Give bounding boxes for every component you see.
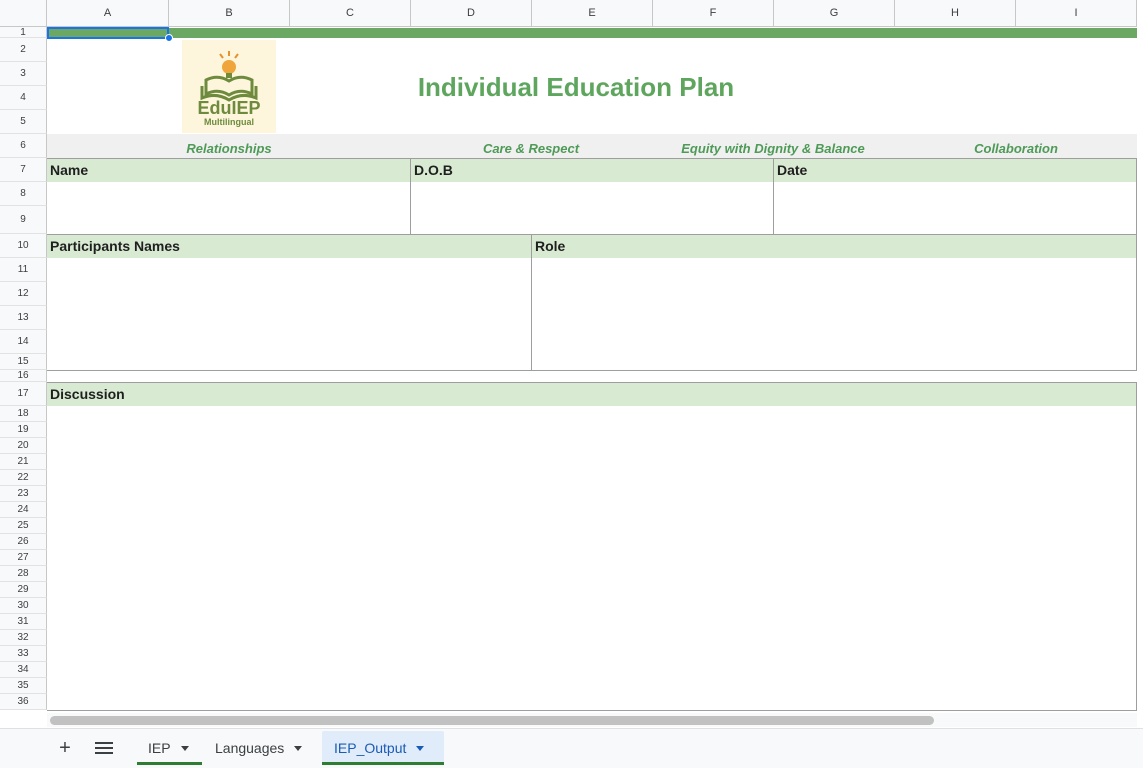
row-header[interactable]: 36: [0, 694, 47, 710]
value-relationships: Relationships: [186, 140, 272, 156]
column-header[interactable]: H: [895, 0, 1016, 27]
row-header[interactable]: 13: [0, 306, 47, 330]
chevron-down-icon[interactable]: [294, 745, 303, 751]
table-border: [47, 158, 1137, 159]
table-border: [410, 158, 411, 234]
row-header[interactable]: 7: [0, 158, 47, 182]
select-all-corner[interactable]: [0, 0, 47, 27]
row-header[interactable]: 15: [0, 354, 47, 370]
discussion-field[interactable]: [47, 406, 1137, 710]
table-border: [47, 370, 1137, 371]
horizontal-scrollbar-thumb[interactable]: [50, 716, 934, 725]
column-header[interactable]: E: [532, 0, 653, 27]
name-header[interactable]: Name: [47, 158, 411, 182]
row-header[interactable]: 35: [0, 678, 47, 694]
column-header[interactable]: I: [1016, 0, 1137, 27]
row-header[interactable]: 8: [0, 182, 47, 206]
participants-header[interactable]: Participants Names: [47, 234, 532, 258]
role-field[interactable]: [532, 258, 1137, 370]
row-header[interactable]: 3: [0, 62, 47, 86]
tab-underline: [322, 762, 444, 765]
selection-fill-handle[interactable]: [165, 34, 173, 42]
row-header[interactable]: 28: [0, 566, 47, 582]
tab-underline: [137, 762, 202, 765]
row-header[interactable]: 2: [0, 38, 47, 62]
header-band: [47, 28, 1137, 38]
row-header[interactable]: 27: [0, 550, 47, 566]
table-border: [773, 158, 774, 234]
chevron-down-icon[interactable]: [416, 745, 425, 751]
row-header[interactable]: 9: [0, 206, 47, 234]
row-header[interactable]: 1: [0, 27, 47, 38]
table-border: [1136, 158, 1137, 371]
date-header[interactable]: Date: [774, 158, 1137, 182]
column-header[interactable]: C: [290, 0, 411, 27]
participants-field[interactable]: [47, 258, 532, 370]
value-collaboration: Collaboration: [974, 140, 1058, 156]
row-header[interactable]: 32: [0, 630, 47, 646]
tab-languages[interactable]: Languages: [202, 731, 320, 765]
row-header[interactable]: 22: [0, 470, 47, 486]
date-field[interactable]: [774, 182, 1137, 234]
add-sheet-button[interactable]: +: [54, 735, 76, 761]
row-header[interactable]: 25: [0, 518, 47, 534]
row-header[interactable]: 23: [0, 486, 47, 502]
row-header[interactable]: 30: [0, 598, 47, 614]
table-border: [1136, 382, 1137, 711]
logo-name: EduIEP: [197, 98, 261, 118]
row-header[interactable]: 12: [0, 282, 47, 306]
row-header[interactable]: 33: [0, 646, 47, 662]
all-sheets-menu-icon[interactable]: [95, 742, 113, 754]
row-header[interactable]: 29: [0, 582, 47, 598]
tab-label: IEP_Output: [334, 740, 407, 756]
table-border: [47, 382, 1137, 383]
row-header[interactable]: 18: [0, 406, 47, 422]
dob-field[interactable]: [411, 182, 774, 234]
value-care-respect: Care & Respect: [482, 140, 580, 156]
table-border: [47, 710, 1137, 711]
column-header[interactable]: D: [411, 0, 532, 27]
dob-header[interactable]: D.O.B: [411, 158, 774, 182]
eduiep-logo: EduIEP Multilingual: [182, 40, 276, 133]
tab-label: Languages: [215, 740, 285, 756]
row-header[interactable]: 14: [0, 330, 47, 354]
table-border: [47, 234, 1137, 235]
chevron-down-icon[interactable]: [180, 745, 189, 751]
spreadsheet-grid[interactable]: ABCDEFGHI 1 2 3 4 5 6 7 8 9 10 11 12 13 14 15 16 17 18 19 2…: [0, 0, 1143, 768]
page-title: Individual Education Plan: [417, 72, 735, 102]
table-border: [531, 234, 532, 371]
column-header[interactable]: F: [653, 0, 774, 27]
row-header[interactable]: 21: [0, 454, 47, 470]
row-header[interactable]: 31: [0, 614, 47, 630]
row-header[interactable]: 4: [0, 86, 47, 110]
row-header[interactable]: 16: [0, 370, 47, 382]
logo-subtitle: Multilingual: [204, 117, 254, 127]
row-header[interactable]: 24: [0, 502, 47, 518]
row-header[interactable]: 34: [0, 662, 47, 678]
role-header[interactable]: Role: [532, 234, 1137, 258]
row-header[interactable]: 20: [0, 438, 47, 454]
row-header[interactable]: 6: [0, 134, 47, 158]
column-header[interactable]: G: [774, 0, 895, 27]
row-header[interactable]: 5: [0, 110, 47, 134]
tab-iep[interactable]: IEP: [137, 731, 202, 765]
name-field[interactable]: [47, 182, 411, 234]
column-header[interactable]: B: [169, 0, 290, 27]
row-header[interactable]: 19: [0, 422, 47, 438]
selected-cell-a1[interactable]: [47, 27, 169, 39]
tab-iep-output[interactable]: IEP_Output: [322, 731, 444, 765]
row-header[interactable]: 10: [0, 234, 47, 258]
value-equity: Equity with Dignity & Balance: [681, 140, 865, 156]
row-header[interactable]: 11: [0, 258, 47, 282]
discussion-header[interactable]: Discussion: [47, 382, 1137, 406]
row-header[interactable]: 26: [0, 534, 47, 550]
column-header[interactable]: A: [47, 0, 169, 27]
row-header[interactable]: 17: [0, 382, 47, 406]
tab-label: IEP: [148, 740, 171, 756]
